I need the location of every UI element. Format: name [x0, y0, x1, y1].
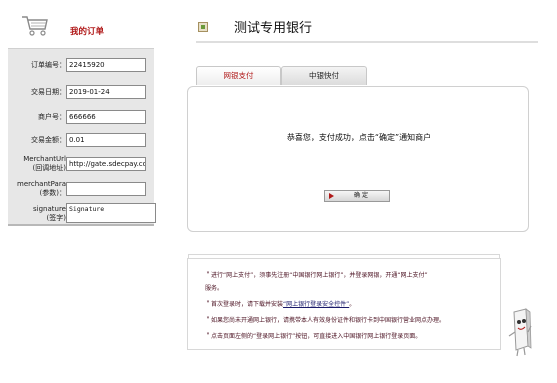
security-control-link[interactable]: “网上银行登录安全控件” [283, 301, 349, 308]
bank-title: 测试专用银行 [234, 21, 313, 36]
sidebar-title: 我的订单 [70, 27, 105, 37]
order-form: 订单编号： 22415920 交易日期： 2019-01-24 商户号： 666… [8, 48, 156, 226]
trade-date-input[interactable]: 2019-01-24 [66, 85, 146, 99]
note-line-1: ＂进行“网上支付”，须事先注册“中国银行网上银行”，并登录网银，开通“网上支付” [205, 272, 428, 279]
note-line-4: ＂点击页面左侧的“登录网上银行”按钮，可直接进入中国银行网上银行登录页面。 [205, 333, 422, 340]
tab-online-banking[interactable]: 网银支付 [196, 66, 281, 85]
signature-sublabel: (签字) [46, 214, 66, 222]
amount-label: 交易金额： [31, 136, 66, 144]
merchant-no-label: 商户号： [38, 113, 66, 121]
signature-label: signature [33, 205, 66, 213]
shopping-cart-icon [22, 16, 48, 36]
note-line-3: ＂如果您尚未开通网上银行，请携带本人有效身份证件和银行卡到中国银行营业网点办理。 [205, 317, 446, 324]
merchant-para-sublabel: (参数)： [39, 189, 66, 197]
order-sidebar: 我的订单 订单编号： 22415920 交易日期： 2019-01-24 商户号… [8, 0, 156, 383]
merchant-no-input[interactable]: 666666 [66, 110, 146, 124]
note-line-2-prefix: ＂首次登录时，请下载并安装 [205, 301, 284, 308]
success-message: 恭喜您，支付成功，点击“确定”通知商户 [286, 133, 432, 142]
trade-date-label: 交易日期： [31, 88, 66, 96]
confirm-button[interactable]: 确 定 [324, 190, 390, 202]
signature-textarea[interactable]: Signature [66, 203, 156, 223]
mascot-icon [508, 308, 532, 357]
tab-boc-quickpay[interactable]: 中银快付 [281, 66, 367, 85]
merchant-para-input[interactable] [66, 182, 146, 196]
arrow-right-icon [329, 193, 334, 199]
header-divider [196, 41, 538, 43]
note-line-1b: 服务。 [205, 285, 224, 292]
bank-logo-icon [198, 22, 208, 32]
order-no-label: 订单编号： [31, 61, 66, 69]
note-line-2-suffix: 。 [349, 301, 356, 308]
amount-input[interactable]: 0.01 [66, 133, 146, 147]
confirm-button-label: 确 定 [354, 192, 368, 199]
merchant-para-label: merchantPara [17, 180, 66, 188]
order-header: 我的订单 [8, 0, 154, 44]
merchant-url-sublabel: (回调地址) [32, 164, 66, 172]
merchant-url-label: MerchantUrl [23, 155, 66, 163]
order-no-input[interactable]: 22415920 [66, 58, 146, 72]
note-line-2: ＂首次登录时，请下载并安装“网上银行登录安全控件”。 [205, 299, 355, 308]
merchant-url-input[interactable]: http://gate.sdecpay.co [66, 157, 146, 171]
notes-panel: ＂进行“网上支付”，须事先注册“中国银行网上银行”，并登录网银，开通“网上支付”… [187, 254, 501, 350]
payment-result-panel: 恭喜您，支付成功，点击“确定”通知商户 确 定 [187, 86, 529, 232]
